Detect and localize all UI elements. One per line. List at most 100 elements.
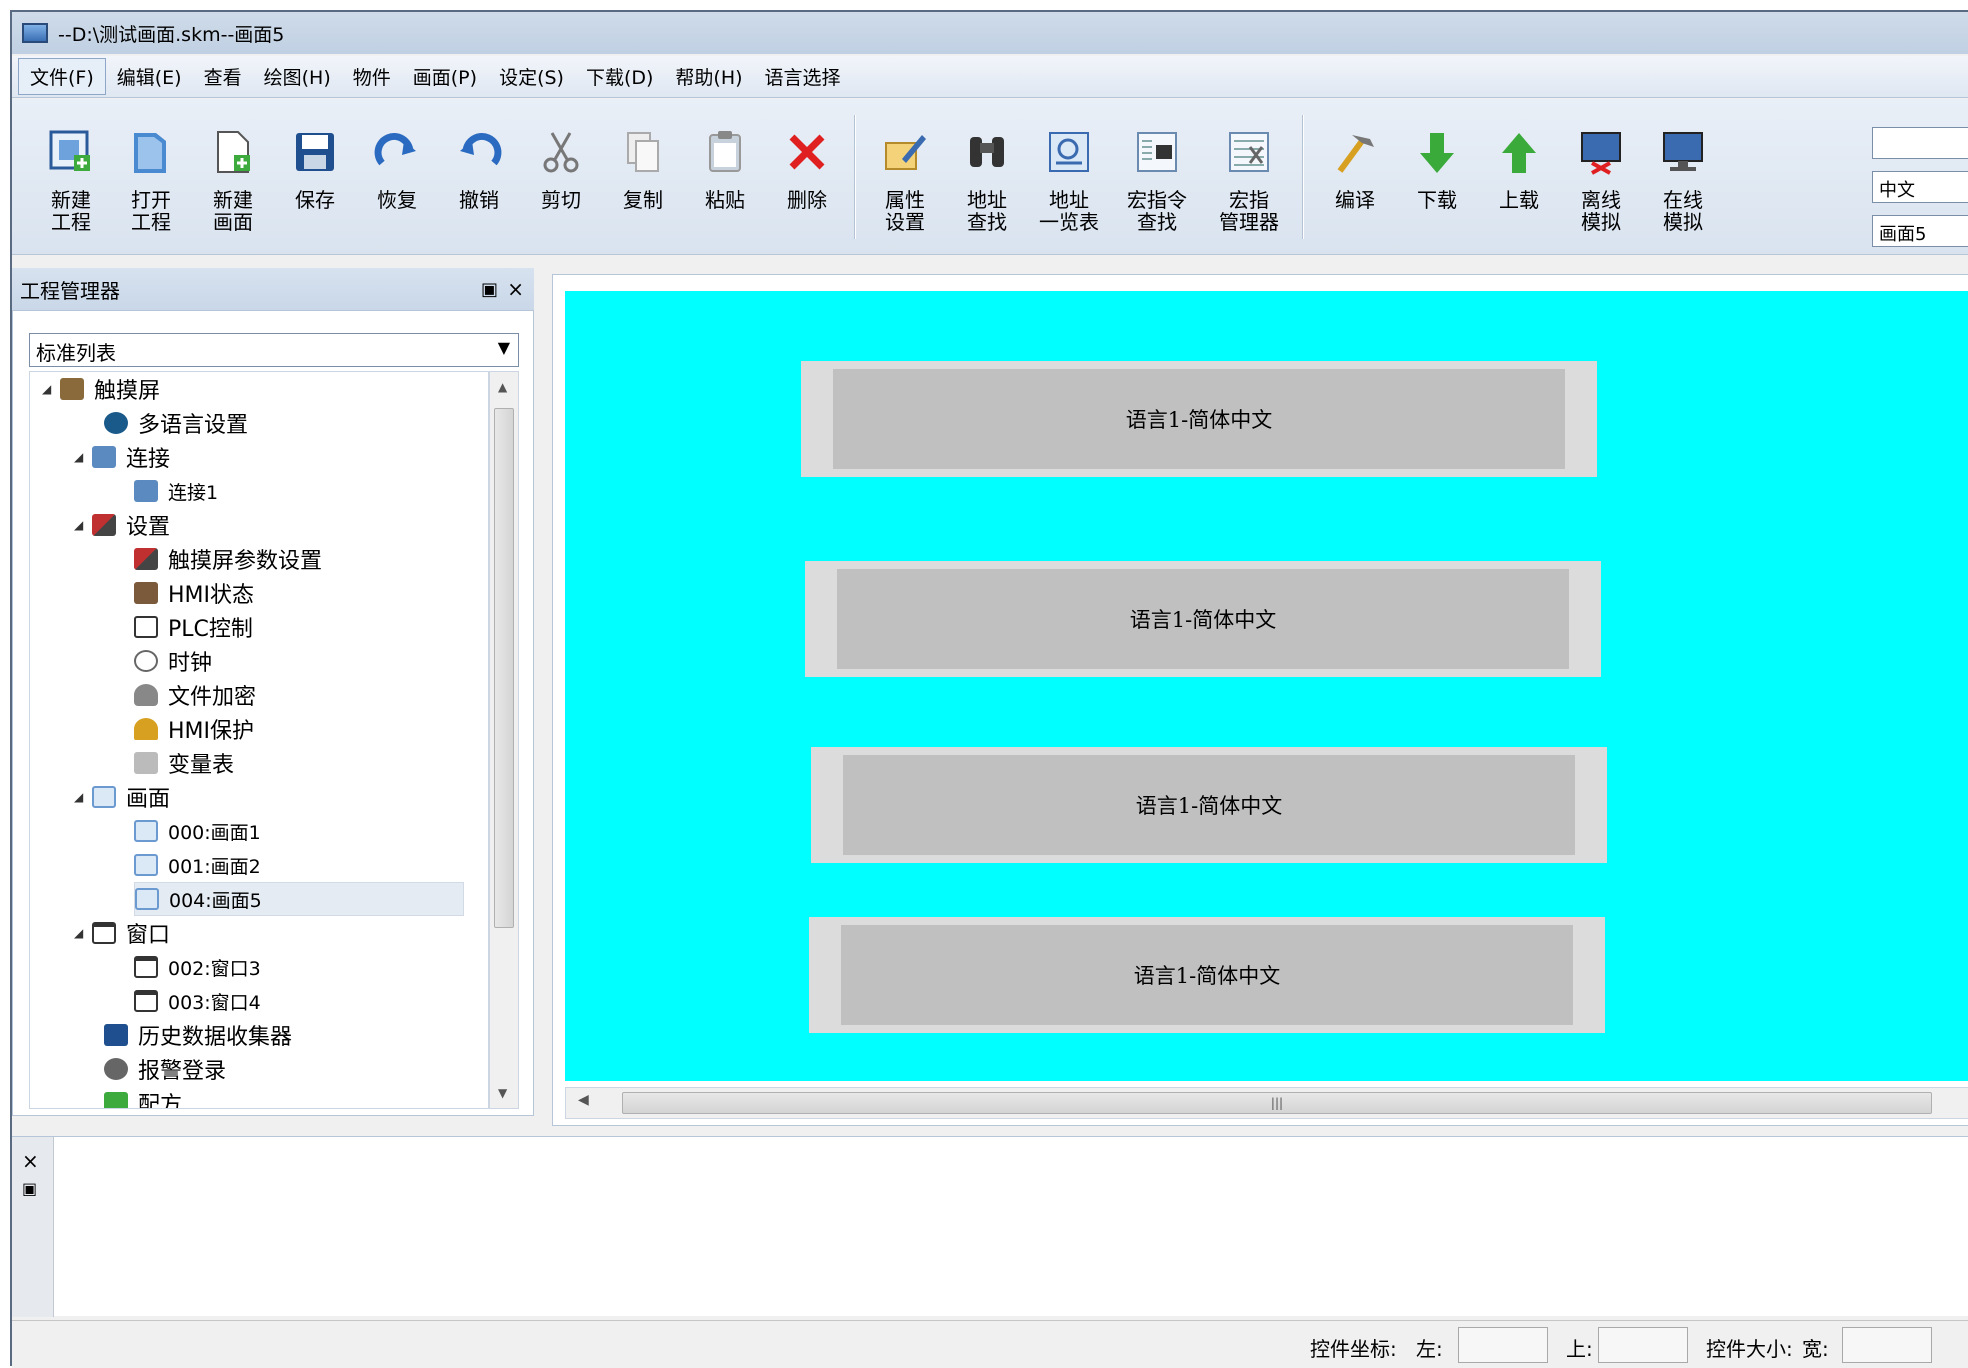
output-panel-side: × ▣ [12,1137,54,1317]
address-list-button[interactable]: 地址 一览表 [1028,113,1110,241]
top-coord-field[interactable] [1598,1327,1688,1363]
tree-item-window3[interactable]: 002:窗口3 [134,950,261,984]
menu-help[interactable]: 帮助(H) [664,59,753,94]
screen-canvas[interactable]: 语言1-简体中文 语言1-简体中文 语言1-简体中文 语言1-简体中文 [565,291,1968,1081]
float-pin-icon[interactable]: ▣ [22,1179,37,1198]
menu-object[interactable]: 物件 [342,59,402,94]
scroll-down-icon[interactable]: ▼ [498,1086,507,1100]
address-find-label: 地址 查找 [967,188,1007,234]
left-label: 左: [1416,1337,1443,1361]
tree-item-plc-control[interactable]: PLC控制 [134,610,253,644]
tree-item-hmi-protect[interactable]: HMI保护 [134,712,254,746]
copy-button[interactable]: 复制 [602,113,684,241]
expanded-arrow-icon: ◢ [74,926,84,940]
tree-item-multilang[interactable]: 多语言设置 [104,406,248,440]
tree-item-var-table[interactable]: 变量表 [134,746,234,780]
macro-manager-button[interactable]: 宏指 管理器 [1208,113,1290,241]
tree-vertical-scrollbar[interactable]: ▲ ▼ [489,371,519,1109]
close-icon[interactable]: × [507,277,524,301]
macro-manager-label: 宏指 管理器 [1219,188,1279,234]
language-field[interactable]: 中文 [1872,171,1968,203]
menu-download[interactable]: 下载(D) [575,59,664,94]
tree-item-file-encrypt[interactable]: 文件加密 [134,678,256,712]
menu-view[interactable]: 查看 [193,59,253,94]
macro-find-button[interactable]: 宏指令 查找 [1116,113,1198,241]
language-button-1[interactable]: 语言1-简体中文 [801,361,1597,477]
tree-item-touch-params[interactable]: 触摸屏参数设置 [134,542,322,576]
scroll-thumb[interactable]: ||| [622,1092,1932,1114]
lock-icon [134,684,158,706]
download-button[interactable]: 下载 [1396,113,1478,241]
language-button-4[interactable]: 语言1-简体中文 [809,917,1605,1033]
properties-button[interactable]: 属性 设置 [864,113,946,241]
open-project-button[interactable]: 打开 工程 [110,113,192,241]
canvas-horizontal-scrollbar[interactable]: ◀ ||| [565,1087,1968,1119]
chevron-down-icon: ▼ [497,338,510,357]
offline-sim-label: 离线 模拟 [1581,188,1621,234]
tree-item-clock[interactable]: 时钟 [134,644,212,678]
scroll-left-icon[interactable]: ◀ [578,1092,589,1108]
macro-find-icon [1132,127,1182,177]
key-icon [134,718,158,740]
tree-item-recipe[interactable]: 配方 [104,1086,182,1108]
new-screen-button[interactable]: 新建 画面 [192,113,274,241]
tree-item-window4[interactable]: 003:窗口4 [134,984,261,1018]
float-pin-icon[interactable]: ▣ [481,279,498,300]
online-monitor-icon [1658,127,1708,177]
language-button-2[interactable]: 语言1-简体中文 [805,561,1601,677]
menu-screen[interactable]: 画面(P) [402,59,488,94]
compile-button[interactable]: 编译 [1314,113,1396,241]
scroll-thumb[interactable] [494,408,514,928]
macro-manager-icon [1224,127,1274,177]
tree-item-hmi-status[interactable]: HMI状态 [134,576,254,610]
address-find-button[interactable]: 地址 查找 [946,113,1028,241]
width-field[interactable] [1842,1327,1932,1363]
delete-button[interactable]: 删除 [766,113,848,241]
undo-button[interactable]: 撤销 [438,113,520,241]
tree-item-connection1[interactable]: 连接1 [134,474,218,508]
expanded-arrow-icon: ◢ [74,518,84,532]
toolbar-separator [854,115,856,239]
save-button[interactable]: 保存 [274,113,356,241]
tree-item-connection[interactable]: ◢ 连接 [74,440,170,474]
paste-button[interactable]: 粘贴 [684,113,766,241]
address-list-label: 地址 一览表 [1039,188,1099,234]
menu-language[interactable]: 语言选择 [754,59,852,94]
tree-item-alarm[interactable]: 报警登录 [104,1052,226,1086]
upload-label: 上载 [1499,188,1539,212]
new-project-button[interactable]: 新建 工程 [30,113,112,241]
tree-item-windows[interactable]: ◢ 窗口 [74,916,170,950]
screen-icon [134,854,158,876]
toolbar-empty-field[interactable] [1872,127,1968,159]
menu-edit[interactable]: 编辑(E) [106,59,193,94]
tree-item-screen2[interactable]: 001:画面2 [134,848,261,882]
tree-item-screen1[interactable]: 000:画面1 [134,814,261,848]
offline-monitor-icon [1576,127,1626,177]
toolbar-separator-2 [1302,115,1304,239]
tree-item-touchscreen[interactable]: ◢ 触摸屏 [42,372,160,406]
online-sim-button[interactable]: 在线 模拟 [1642,113,1724,241]
close-icon[interactable]: × [22,1149,39,1173]
tree-item-screen5[interactable]: 004:画面5 [134,882,464,916]
menu-settings[interactable]: 设定(S) [488,59,575,94]
redo-button[interactable]: 恢复 [356,113,438,241]
project-tree: ◢ 触摸屏 多语言设置 ◢ 连接 连接1 ◢ 设置 触摸屏参数设置 HMI状态 PLC… [29,371,489,1109]
copy-label: 复制 [623,188,663,212]
offline-sim-button[interactable]: 离线 模拟 [1560,113,1642,241]
menu-draw[interactable]: 绘图(H) [253,59,342,94]
upload-button[interactable]: 上载 [1478,113,1560,241]
control-size-label: 控件大小: [1706,1337,1793,1361]
view-select[interactable]: 标准列表 ▼ [29,333,519,367]
menu-bar: 文件(F) 编辑(E) 查看 绘图(H) 物件 画面(P) 设定(S) 下载(D… [12,56,1968,98]
download-label: 下载 [1417,188,1457,212]
scroll-up-icon[interactable]: ▲ [498,380,507,394]
tree-item-history[interactable]: 历史数据收集器 [104,1018,292,1052]
cut-button[interactable]: 剪切 [520,113,602,241]
left-coord-field[interactable] [1458,1327,1548,1363]
screen-field[interactable]: 画面5 [1872,215,1968,247]
language-button-3[interactable]: 语言1-简体中文 [811,747,1607,863]
status-bar: 控件坐标: 左: 上: 控件大小: 宽: [12,1320,1968,1368]
menu-file[interactable]: 文件(F) [18,58,106,95]
tree-item-settings[interactable]: ◢ 设置 [74,508,170,542]
tree-item-screens[interactable]: ◢ 画面 [74,780,170,814]
